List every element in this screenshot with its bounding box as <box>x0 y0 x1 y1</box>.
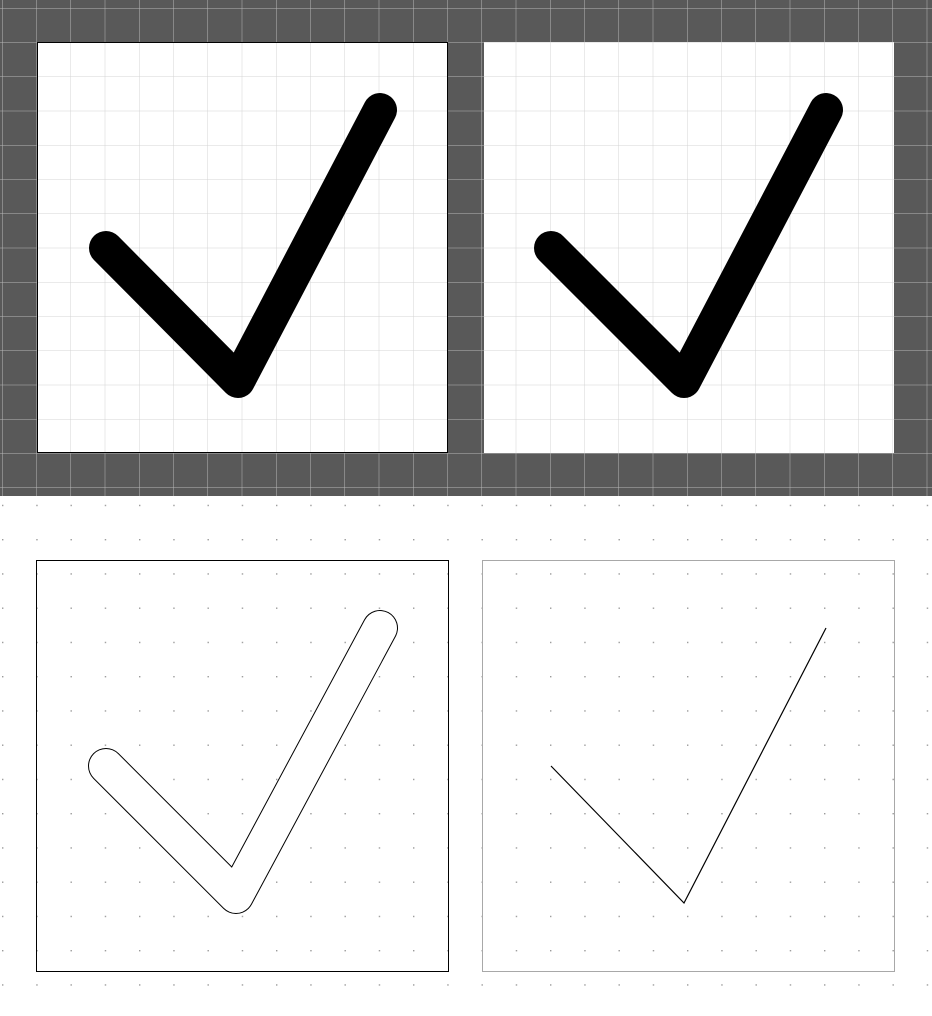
dot-grid-overlay <box>0 498 932 1016</box>
panel-filled-bordered <box>37 42 448 453</box>
panel-filled-plain <box>484 42 894 453</box>
icon-preview-canvas <box>0 0 932 1016</box>
bottom-preview-section <box>0 498 932 1016</box>
icon-preview-artboard <box>0 0 932 1016</box>
